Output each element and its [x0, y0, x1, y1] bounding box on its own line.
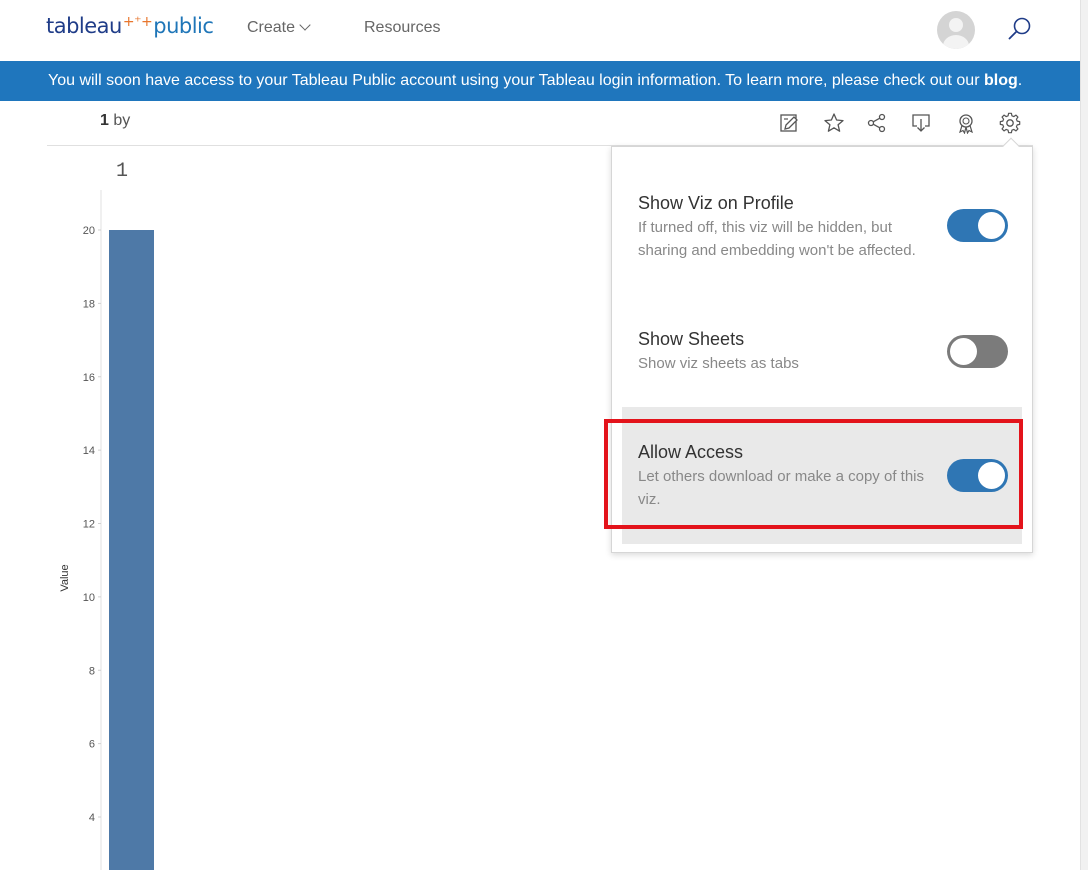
- y-axis-label: Value: [59, 564, 71, 591]
- edit-icon[interactable]: [779, 112, 801, 134]
- top-navigation: tableau+⁺+public Create Resources: [0, 0, 1080, 61]
- toggle-knob: [978, 212, 1005, 239]
- tableau-public-logo[interactable]: tableau+⁺+public: [46, 14, 214, 38]
- show-viz-title: Show Viz on Profile: [638, 193, 794, 213]
- highlight-annotation-box: [604, 419, 1023, 529]
- banner-blog-link[interactable]: blog: [984, 72, 1018, 89]
- y-tick-label: 6: [89, 739, 95, 751]
- viz-by-label: by: [113, 112, 131, 129]
- y-tick-label: 12: [83, 519, 95, 531]
- y-tick-label: 8: [89, 665, 95, 677]
- announcement-banner: You will soon have access to your Tablea…: [0, 61, 1080, 101]
- page-scrollbar[interactable]: [1080, 0, 1088, 870]
- logo-text-tableau: tableau: [46, 14, 122, 38]
- banner-period: .: [1017, 72, 1023, 89]
- viz-author-line: 1 by: [100, 112, 130, 130]
- download-icon[interactable]: [910, 112, 932, 134]
- banner-text: You will soon have access to your Tablea…: [48, 72, 984, 89]
- bar-1[interactable]: [109, 230, 154, 870]
- show-viz-description: If turned off, this viz will be hidden, …: [638, 219, 916, 259]
- bars: [109, 230, 154, 870]
- show-viz-on-profile-setting: Show Viz on Profile If turned off, this …: [622, 175, 1022, 275]
- create-menu[interactable]: Create: [247, 19, 311, 37]
- viz-count: 1: [100, 112, 109, 129]
- y-tick-label: 14: [83, 445, 95, 457]
- y-tick-label: 20: [83, 225, 95, 237]
- logo-plus-mark: +⁺+: [122, 14, 153, 30]
- search-icon[interactable]: [1007, 16, 1033, 42]
- award-icon[interactable]: [955, 112, 977, 134]
- show-sheets-toggle[interactable]: [947, 335, 1008, 368]
- resources-link[interactable]: Resources: [364, 19, 440, 37]
- y-tick-label: 4: [89, 812, 95, 824]
- popover-caret: [1002, 137, 1020, 155]
- y-tick-label: 10: [83, 592, 95, 604]
- show-sheets-description: Show viz sheets as tabs: [638, 355, 799, 372]
- share-icon[interactable]: [866, 112, 888, 134]
- show-sheets-title: Show Sheets: [638, 329, 745, 349]
- bar-chart: Value 4 6 8 10 12 14 16 18 20: [59, 190, 154, 870]
- y-axis-ticks: 4 6 8 10 12 14 16 18 20: [83, 225, 101, 824]
- settings-gear-icon[interactable]: [999, 112, 1021, 134]
- show-sheets-setting: Show Sheets Show viz sheets as tabs: [622, 317, 1022, 387]
- show-viz-toggle[interactable]: [947, 209, 1008, 242]
- toggle-knob: [950, 338, 977, 365]
- user-avatar[interactable]: [937, 11, 975, 49]
- create-menu-label: Create: [247, 19, 296, 36]
- logo-text-public: public: [153, 14, 214, 38]
- y-tick-label: 18: [83, 298, 95, 310]
- y-tick-label: 16: [83, 372, 95, 384]
- chevron-down-icon: [299, 19, 311, 31]
- favorite-star-icon[interactable]: [823, 112, 845, 134]
